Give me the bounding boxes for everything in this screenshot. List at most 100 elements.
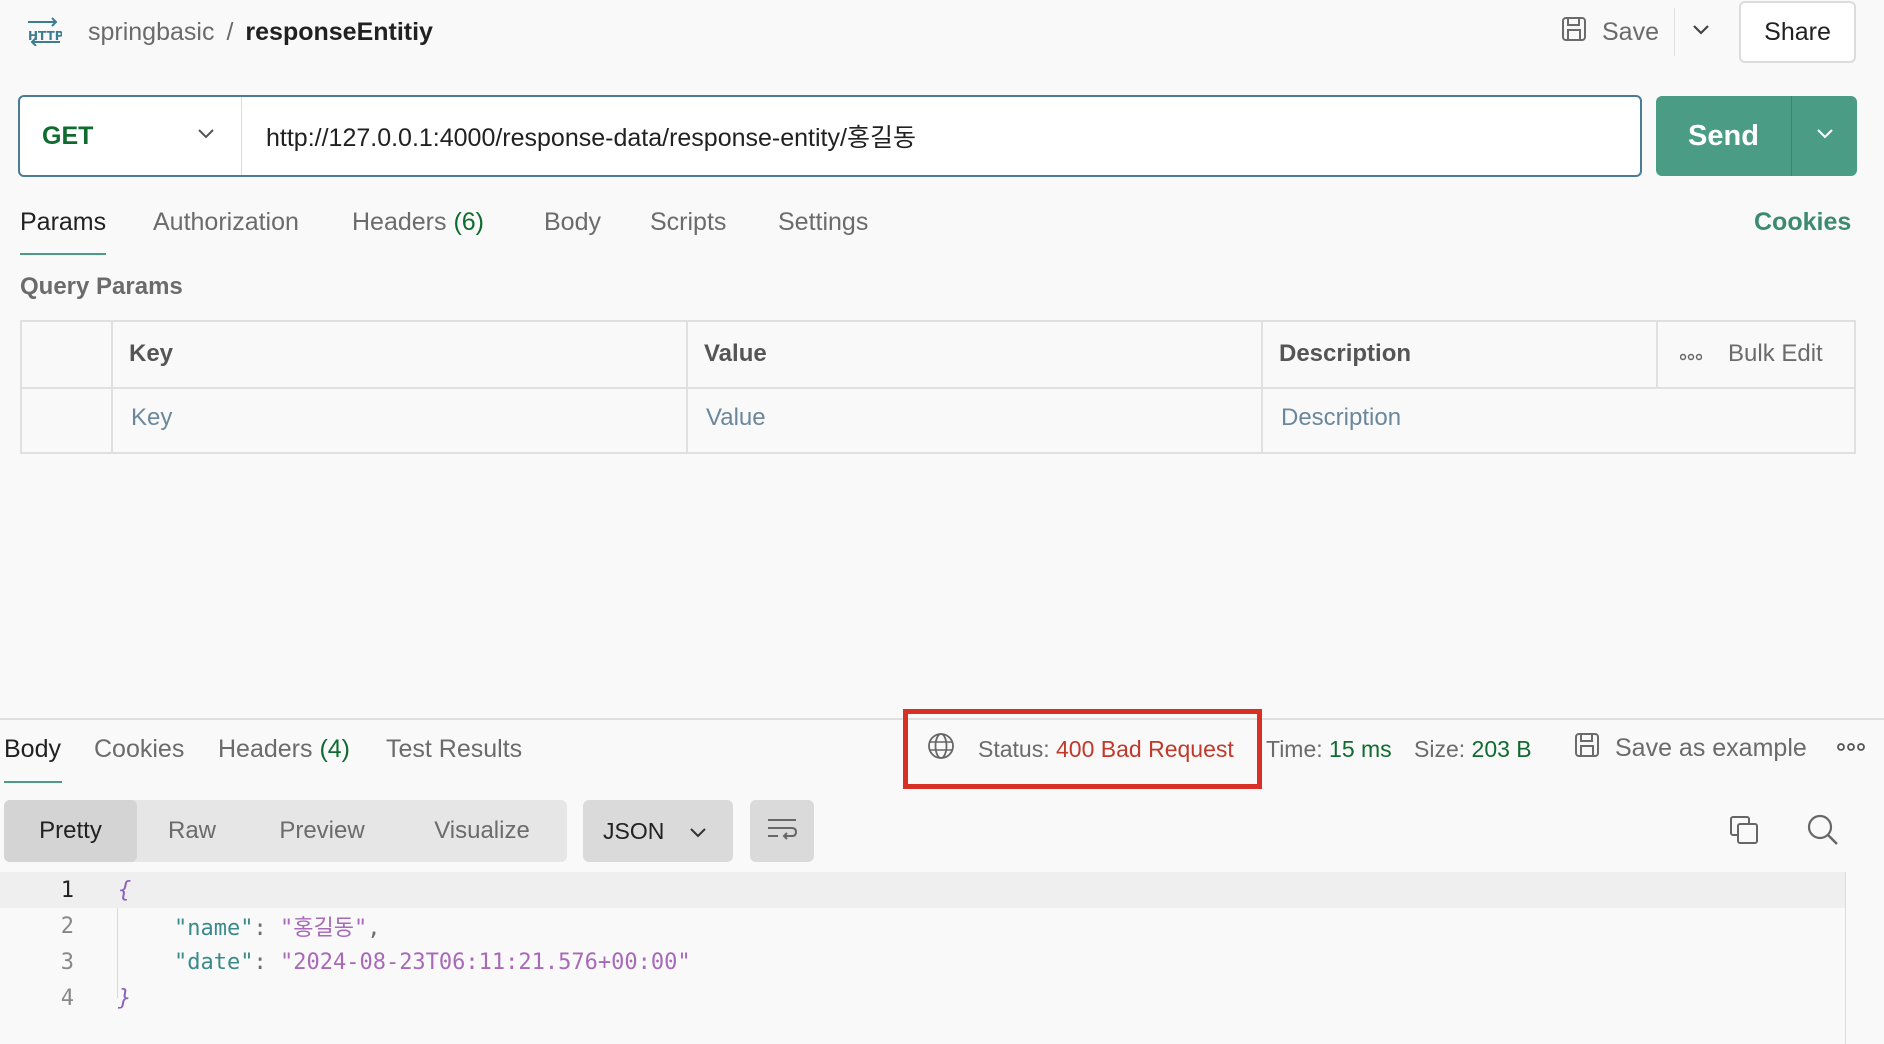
value-input[interactable]: Value [706, 404, 766, 432]
save-icon [1560, 15, 1588, 50]
size-value: 203 B [1471, 736, 1532, 762]
response-tab-headers-label: Headers [218, 735, 313, 763]
code-line: 1 { [0, 872, 1846, 908]
column-header-value: Value [704, 340, 767, 367]
json-key: "date" [174, 949, 254, 975]
save-as-example-label: Save as example [1615, 734, 1807, 762]
editor-scrollbar[interactable] [1845, 872, 1846, 1044]
response-size[interactable]: Size: 203 B [1414, 736, 1532, 763]
indent-guide [117, 908, 118, 998]
tab-scripts[interactable]: Scripts [650, 208, 726, 248]
http-icon: HTTP [26, 16, 64, 47]
code-text: "date": "2024-08-23T06:11:21.576+00:00" [174, 949, 691, 975]
chevron-down-icon [197, 127, 215, 145]
method-select[interactable]: GET [20, 97, 242, 175]
format-label: JSON [603, 817, 665, 844]
tab-body[interactable]: Body [544, 208, 601, 248]
row-divider [22, 387, 1854, 389]
save-options-button[interactable] [1678, 8, 1724, 56]
headers-count: (6) [453, 208, 485, 236]
status[interactable]: Status: 400 Bad Request [978, 736, 1234, 763]
view-pretty[interactable]: Pretty [4, 800, 137, 862]
tab-headers-label: Headers [352, 208, 447, 236]
query-params-table: Key Value Description Bulk Edit Key Valu… [20, 320, 1856, 454]
url-input[interactable] [242, 97, 1640, 175]
column-header-key: Key [129, 340, 174, 367]
wrap-lines-button[interactable] [750, 800, 814, 862]
code-line: 3 "date": "2024-08-23T06:11:21.576+00:00… [0, 944, 1846, 980]
status-value: 400 Bad Request [1056, 735, 1234, 762]
time-value: 15 ms [1329, 736, 1392, 762]
search-icon[interactable] [1806, 813, 1840, 852]
response-tab-body[interactable]: Body [4, 735, 61, 775]
code-line: 2 "name": "홍길동", [0, 908, 1846, 944]
chevron-down-icon [1816, 127, 1834, 145]
response-tab-test-results[interactable]: Test Results [386, 735, 522, 775]
code-text: } [76, 986, 131, 1011]
copy-icon[interactable] [1728, 814, 1760, 851]
chevron-down-icon [689, 818, 707, 845]
line-number: 2 [60, 913, 74, 939]
more-icon [1679, 340, 1703, 368]
method-label: GET [42, 121, 94, 150]
tab-authorization[interactable]: Authorization [153, 208, 299, 248]
code-text: { [76, 878, 131, 903]
response-tab-cookies[interactable]: Cookies [94, 735, 184, 775]
share-button[interactable]: Share [1739, 1, 1856, 63]
json-comma: , [367, 916, 381, 941]
bulk-edit-label: Bulk Edit [1728, 340, 1823, 367]
response-tab-headers[interactable]: Headers (4) [218, 735, 350, 775]
save-icon [1573, 731, 1601, 766]
tab-headers[interactable]: Headers (6) [352, 208, 484, 248]
tab-params[interactable]: Params [20, 208, 106, 248]
save-as-example-button[interactable]: Save as example [1573, 731, 1807, 766]
line-number: 4 [60, 985, 74, 1011]
chevron-down-icon [1692, 23, 1710, 41]
key-input[interactable]: Key [131, 404, 172, 432]
code-text: "name": "홍길동", [174, 916, 381, 941]
send-options-button[interactable] [1792, 96, 1857, 176]
status-highlight: Status: 400 Bad Request [903, 709, 1262, 789]
request-name[interactable]: responseEntitiy [245, 18, 433, 47]
view-visualize[interactable]: Visualize [397, 800, 567, 862]
active-tab-indicator [20, 253, 106, 255]
format-select[interactable]: JSON [583, 800, 733, 862]
more-icon[interactable] [1836, 740, 1866, 758]
response-time[interactable]: Time: 15 ms [1266, 736, 1392, 763]
code-line: 4 } [0, 980, 1846, 1016]
json-brace-close: } [118, 985, 132, 1011]
bulk-edit-button[interactable]: Bulk Edit [1679, 340, 1823, 368]
globe-icon[interactable] [926, 731, 956, 767]
json-key: "name" [174, 916, 254, 941]
status-label: Status: [978, 735, 1050, 762]
json-value: "홍길동" [279, 916, 368, 941]
save-label: Save [1602, 17, 1659, 46]
size-label: Size: [1414, 736, 1466, 762]
breadcrumb-collection[interactable]: springbasic [88, 18, 214, 47]
line-number: 3 [60, 949, 74, 975]
cookies-link[interactable]: Cookies [1754, 208, 1851, 237]
column-header-description: Description [1279, 340, 1412, 367]
view-raw[interactable]: Raw [137, 800, 247, 862]
response-body-editor[interactable]: 1 { 2 "name": "홍길동", 3 "date": "2024-08-… [0, 872, 1872, 1044]
top-bar: HTTP springbasic / responseEntitiy Save … [0, 0, 1884, 64]
send-button[interactable]: Send [1656, 96, 1791, 176]
save-button[interactable]: Save [1552, 8, 1674, 56]
query-params-title: Query Params [20, 273, 183, 300]
time-label: Time: [1266, 736, 1323, 762]
divider [1674, 8, 1675, 56]
send-button-group: Send [1656, 96, 1857, 176]
breadcrumb: springbasic / responseEntitiy [88, 14, 433, 50]
view-preview[interactable]: Preview [247, 800, 397, 862]
wrap-lines-icon [766, 816, 798, 847]
json-brace-open: { [118, 877, 132, 903]
active-tab-indicator [4, 781, 62, 783]
view-mode-selector: Pretty Raw Preview Visualize [4, 800, 567, 862]
url-bar: GET [18, 95, 1642, 177]
response-headers-count: (4) [319, 735, 351, 763]
line-number: 1 [60, 877, 74, 903]
tab-settings[interactable]: Settings [778, 208, 868, 248]
description-input[interactable]: Description [1281, 404, 1401, 432]
breadcrumb-separator: / [226, 17, 234, 46]
json-value: "2024-08-23T06:11:21.576+00:00" [279, 949, 691, 975]
